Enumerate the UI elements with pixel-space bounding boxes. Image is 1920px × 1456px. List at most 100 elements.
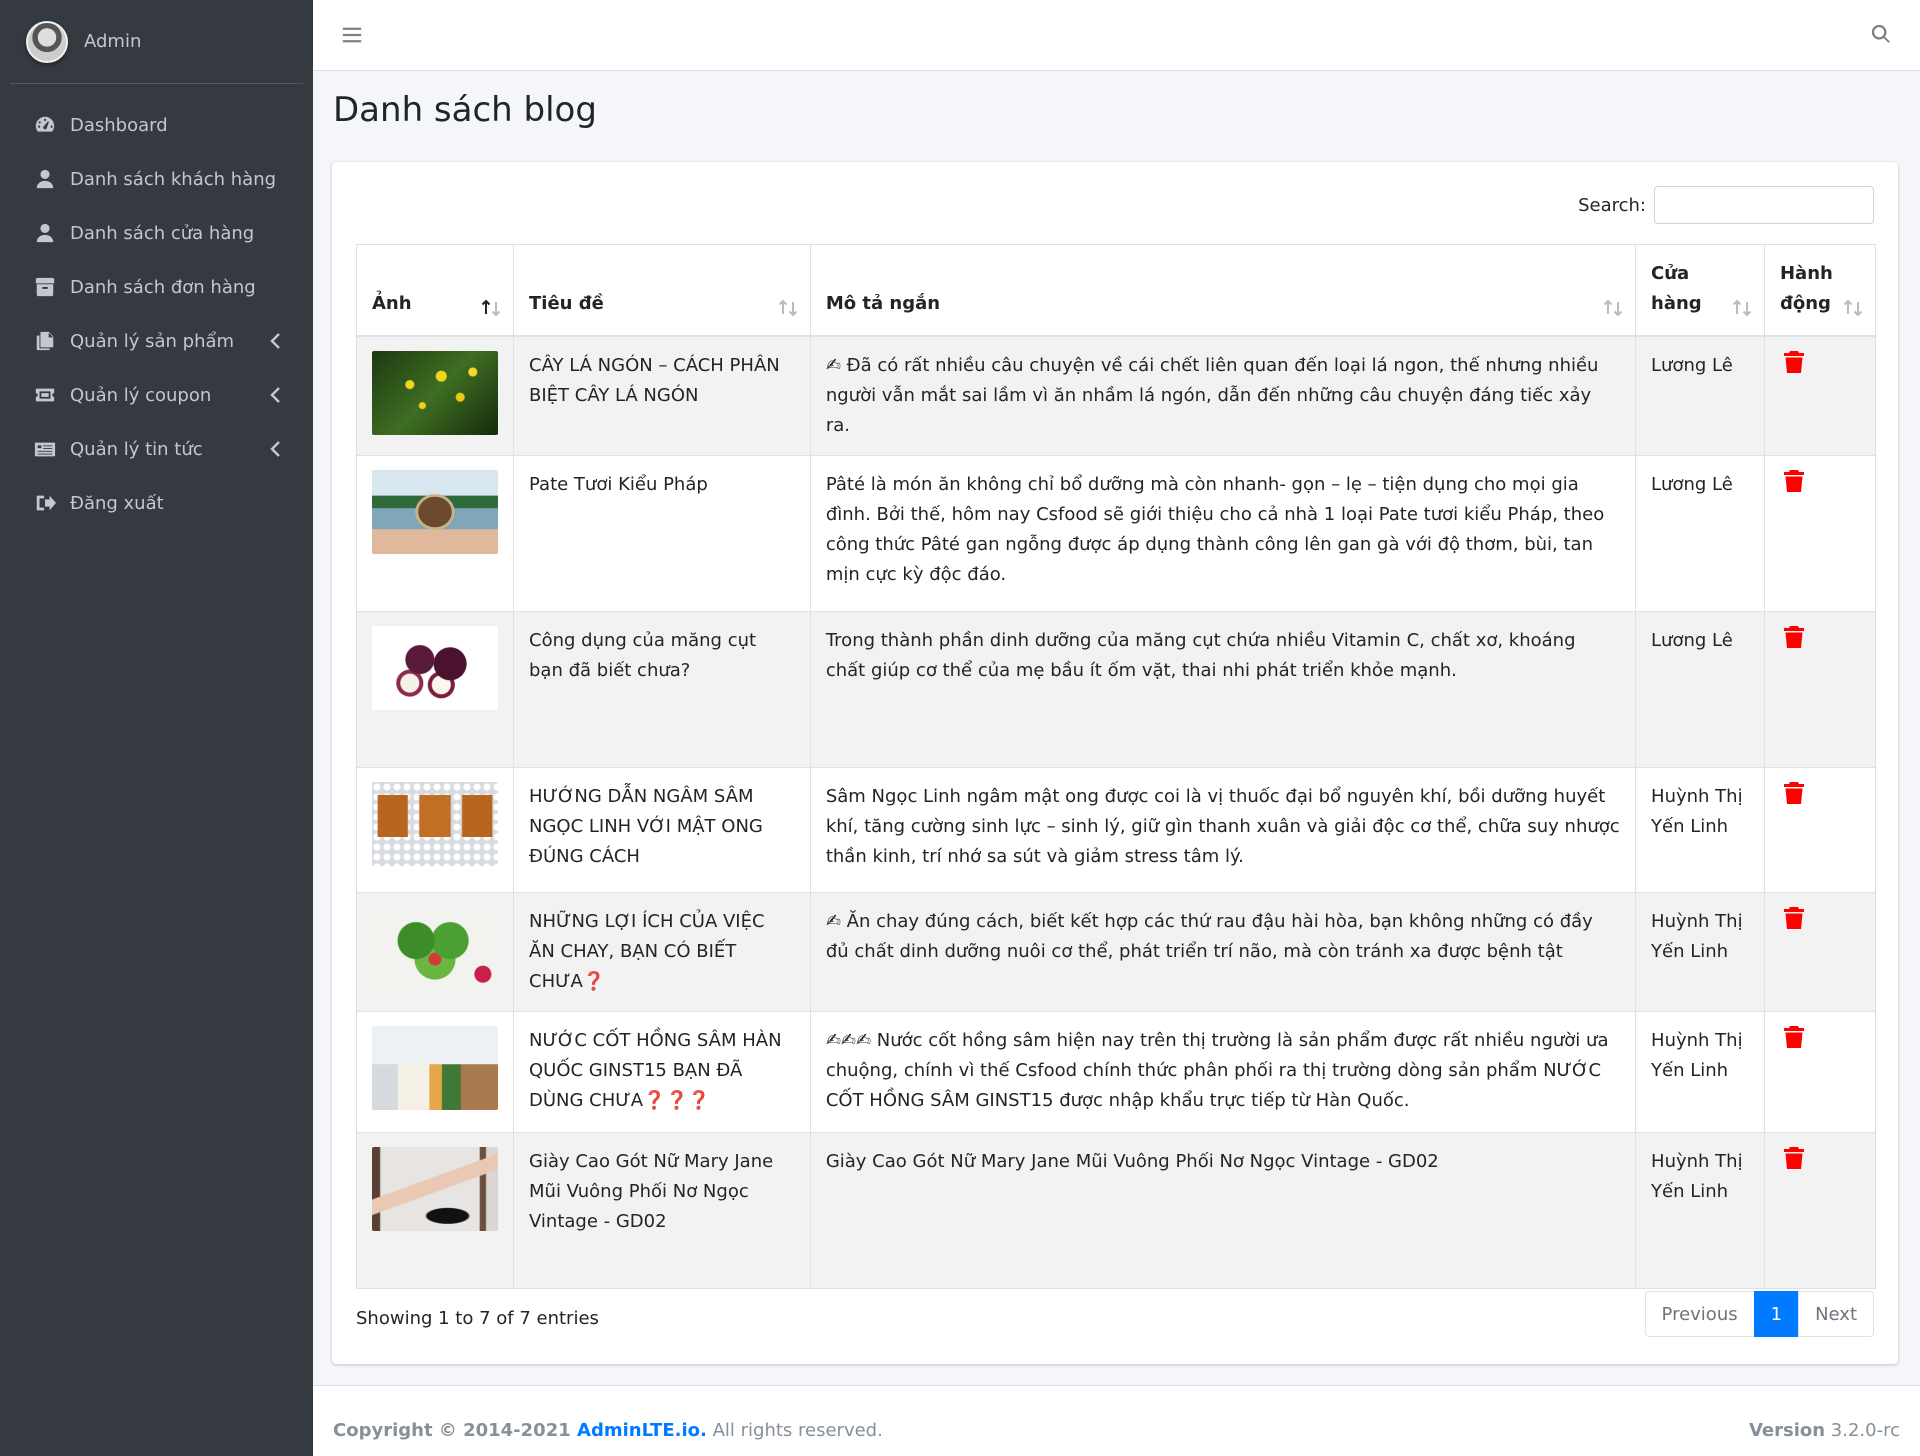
main-footer: Copyright © 2014-2021 AdminLTE.io. All r… [313, 1385, 1920, 1456]
copyright: Copyright © 2014-2021 AdminLTE.io. All r… [333, 1420, 883, 1441]
sidebar-item-label: Danh sách cửa hàng [70, 222, 255, 244]
previous-page-button[interactable]: Previous [1644, 1291, 1755, 1337]
sort-ascending-icon [481, 297, 503, 317]
ticket-icon [34, 384, 56, 406]
blog-table: Ảnh Tiêu đề Mô tả ngắn Cửa hàng Hành động CÂ… [356, 244, 1877, 1289]
box-icon [34, 276, 56, 298]
short-desc-cell: ✍ Ăn chay đúng cách, biết kết hợp các th… [809, 892, 1637, 1012]
short-desc-cell: Sâm Ngọc Linh ngâm mật ong được coi là v… [809, 767, 1637, 893]
version-info: Version 3.2.0-rc [1749, 1420, 1900, 1441]
col-action-header[interactable]: Hành động [1763, 244, 1877, 337]
table-info: Showing 1 to 7 of 7 entries [356, 1308, 599, 1329]
store-cell: Huỳnh Thị Yến Linh [1635, 767, 1765, 893]
sidebar-item-label: Dashboard [70, 114, 168, 136]
action-cell [1763, 335, 1877, 456]
version-label: Version [1748, 1420, 1826, 1441]
search-icon[interactable] [1870, 23, 1892, 45]
pagination: Previous 1 Next [1644, 1291, 1874, 1337]
image-cell [356, 1011, 514, 1133]
table-header-row: Ảnh Tiêu đề Mô tả ngắn Cửa hàng Hành động [356, 244, 1877, 337]
table-row: Pate Tươi Kiểu Pháp Pâté là món ăn không … [356, 455, 1877, 612]
sidebar-item-1[interactable]: Dashboard [10, 98, 303, 152]
store-cell: Lương Lê [1635, 611, 1765, 768]
trash-icon[interactable] [1783, 1026, 1804, 1048]
sidebar-item-label: Đăng xuất [70, 492, 164, 514]
trash-icon[interactable] [1783, 351, 1804, 373]
col-short-desc-header[interactable]: Mô tả ngắn [809, 244, 1637, 337]
sidebar-item-7[interactable]: Quản lý tin tức [10, 422, 303, 476]
action-cell [1763, 892, 1877, 1012]
caret-left-icon[interactable] [269, 387, 281, 403]
adminlte-link[interactable]: AdminLTE.io. [577, 1420, 707, 1441]
sort-icon [1603, 297, 1625, 317]
top-navbar [313, 0, 1920, 71]
sidebar-item-6[interactable]: Quản lý coupon [10, 368, 303, 422]
image-cell [356, 335, 514, 456]
sidebar-item-8[interactable]: Đăng xuất [10, 476, 303, 530]
sidebar-item-label: Quản lý sản phẩm [70, 330, 235, 352]
mangosteen-photo [372, 626, 498, 710]
user-panel[interactable]: Admin [10, 0, 303, 84]
sort-icon [1843, 297, 1865, 317]
store-cell: Lương Lê [1635, 335, 1765, 456]
sidebar-item-3[interactable]: Danh sách cửa hàng [10, 206, 303, 260]
trash-icon[interactable] [1783, 470, 1804, 492]
newspaper-icon [34, 438, 56, 460]
sidebar-item-label: Danh sách khách hàng [70, 168, 277, 190]
search-input[interactable] [1654, 186, 1874, 224]
col-title-header[interactable]: Tiêu đề [513, 244, 811, 337]
sidebar-nav: Dashboard Danh sách khách hàng Danh sách c… [0, 98, 313, 530]
user-name[interactable]: Admin [84, 31, 141, 52]
page-1-button[interactable]: 1 [1753, 1291, 1800, 1337]
store-cell: Huỳnh Thị Yến Linh [1635, 1011, 1765, 1133]
store-cell: Lương Lê [1635, 455, 1765, 612]
table-row: HƯỚNG DẪN NGÂM SÂM NGỌC LINH VỚI MẬT ONG… [356, 767, 1877, 893]
trash-icon[interactable] [1783, 1147, 1804, 1169]
sort-icon [778, 297, 800, 317]
table-row: CÂY LÁ NGÓN – CÁCH PHÂN BIỆT CÂY LÁ NGÓN… [356, 335, 1877, 456]
hamburger-menu-icon[interactable] [341, 24, 363, 46]
user-avatar[interactable] [26, 20, 68, 63]
caret-left-icon[interactable] [269, 441, 281, 457]
pate-jar-photo [372, 470, 498, 554]
sidebar-item-label: Quản lý coupon [70, 384, 212, 406]
ginseng-drink-photo [372, 1026, 498, 1110]
table-search: Search: [1578, 186, 1874, 224]
high-heel-shoes-photo [372, 1147, 498, 1231]
image-cell [356, 1132, 514, 1289]
action-cell [1763, 1011, 1877, 1133]
sidebar-item-4[interactable]: Danh sách đơn hàng [10, 260, 303, 314]
sign-out-icon [34, 492, 56, 514]
trash-icon[interactable] [1783, 626, 1804, 648]
table-body: CÂY LÁ NGÓN – CÁCH PHÂN BIỆT CÂY LÁ NGÓN… [356, 335, 1877, 1289]
sidebar-item-5[interactable]: Quản lý sản phẩm [10, 314, 303, 368]
copy-icon [34, 330, 56, 352]
short-desc-cell: Giày Cao Gót Nữ Mary Jane Mũi Vuông Phối… [809, 1132, 1637, 1289]
col-image-header[interactable]: Ảnh [356, 244, 514, 337]
short-desc-cell: ✍ Đã có rất nhiều câu chuyện về cái chết… [809, 335, 1637, 456]
user-icon [34, 168, 56, 190]
caret-left-icon[interactable] [269, 333, 281, 349]
sidebar-item-2[interactable]: Danh sách khách hàng [10, 152, 303, 206]
next-page-button[interactable]: Next [1798, 1291, 1874, 1337]
user-icon [34, 222, 56, 244]
table-row: NHỮNG LỢI ÍCH CỦA VIỆC ĂN CHAY, BẠN CÓ B… [356, 892, 1877, 1012]
sidebar-item-label: Quản lý tin tức [70, 438, 203, 460]
col-store-header[interactable]: Cửa hàng [1635, 244, 1765, 337]
store-cell: Huỳnh Thị Yến Linh [1635, 1132, 1765, 1289]
rights-text: All rights reserved. [706, 1420, 883, 1441]
blog-list-card: Search: Ảnh Tiêu đề Mô tả ngắn Cửa hàng Hành… [332, 162, 1898, 1364]
trash-icon[interactable] [1783, 907, 1804, 929]
action-cell [1763, 455, 1877, 612]
title-cell: Giày Cao Gót Nữ Mary Jane Mũi Vuông Phối… [513, 1132, 811, 1289]
table-row: Giày Cao Gót Nữ Mary Jane Mũi Vuông Phối… [356, 1132, 1877, 1289]
short-desc-cell: Trong thành phần dinh dưỡng của măng cụt… [809, 611, 1637, 768]
sidebar-item-label: Danh sách đơn hàng [70, 276, 256, 298]
header-label: Ảnh [372, 293, 412, 314]
trash-icon[interactable] [1783, 782, 1804, 804]
store-cell: Huỳnh Thị Yến Linh [1635, 892, 1765, 1012]
yellow-flowers-photo [372, 351, 498, 435]
title-cell: NƯỚC CỐT HỒNG SÂM HÀN QUỐC GINST15 BẠN Đ… [513, 1011, 811, 1133]
action-cell [1763, 1132, 1877, 1289]
version-number: 3.2.0-rc [1830, 1420, 1900, 1441]
